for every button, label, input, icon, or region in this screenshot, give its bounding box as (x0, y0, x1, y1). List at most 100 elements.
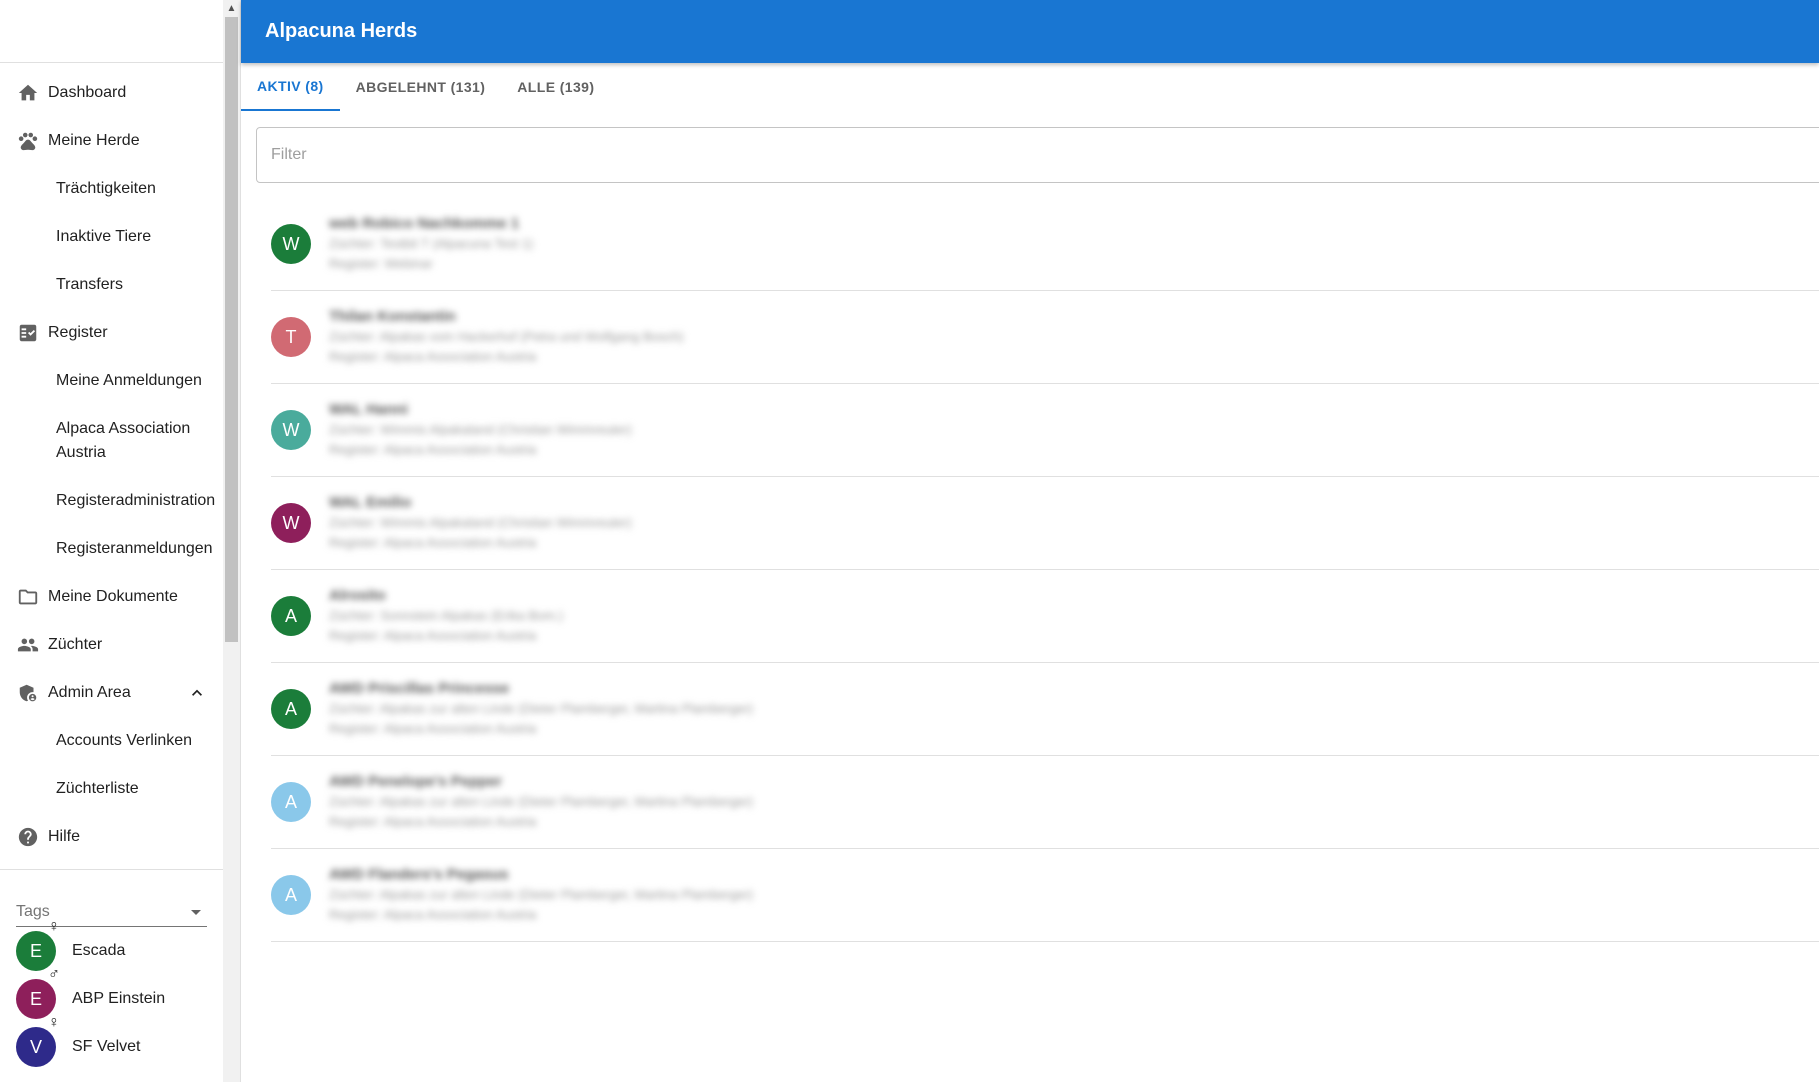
avatar-initial: A (284, 791, 297, 812)
sidebar-item-meine-anmeldungen[interactable]: Meine Anmeldungen (0, 357, 223, 405)
status-tabs: AKTIV (8) ABGELEHNT (131) ALLE (139) (241, 63, 1819, 111)
animal-register: Register: Alpaca Association Austria (329, 535, 537, 550)
tab-aktiv[interactable]: AKTIV (8) (241, 63, 340, 111)
animal-breeder: Züchter: Wimmis Alpakaland (Christian Wi… (329, 422, 632, 437)
home-icon (16, 81, 40, 105)
avatar-initial: A (284, 884, 297, 905)
list-item[interactable]: A Alrosito Züchter: Sonnstein Alpakas (E… (271, 570, 1819, 663)
tags-select[interactable]: Tags (16, 898, 207, 927)
avatar-initial: V (29, 1036, 42, 1057)
avatar: A (271, 596, 311, 636)
animal-name: AWD Flanders's Pegasus (329, 866, 509, 883)
tag-list: E ♀ Escada E ♂ ABP Einstein V ♀ SF Velve… (0, 919, 223, 1071)
avatar: A (271, 782, 311, 822)
list-item-text: WAL Hanni Züchter: Wimmis Alpakaland (Ch… (329, 400, 632, 460)
sidebar: Dashboard Meine Herde Trächtigkeiten Ina… (0, 0, 223, 1082)
animal-register: Register: Alpaca Association Austria (329, 349, 537, 364)
animal-name: WAL Emilio (329, 494, 412, 511)
avatar-initial: W (282, 233, 300, 254)
sidebar-item-zuechter[interactable]: Züchter (0, 621, 223, 669)
sidebar-nav: Dashboard Meine Herde Trächtigkeiten Ina… (0, 63, 223, 861)
sidebar-item-hilfe[interactable]: Hilfe (0, 813, 223, 861)
admin-shield-icon (16, 681, 40, 705)
tag-name: SF Velvet (72, 1038, 141, 1055)
chevron-up-icon[interactable] (187, 683, 207, 703)
app-bar: Alpacuna Herds (241, 0, 1819, 63)
main-content: Alpacuna Herds AKTIV (8) ABGELEHNT (131)… (241, 0, 1819, 1082)
tag-name: Escada (72, 942, 126, 959)
avatar-initial: E (29, 940, 42, 961)
sidebar-item-meine-dokumente[interactable]: Meine Dokumente (0, 573, 223, 621)
page-title: Alpacuna Herds (265, 20, 418, 42)
sidebar-divider (0, 869, 223, 870)
help-icon (16, 825, 40, 849)
animal-name: AWD Priscillas Princesse (329, 680, 510, 697)
animal-register: Register: Alpaca Association Austria (329, 628, 537, 643)
animal-name: Thilan Konstantin (329, 308, 456, 325)
tags-select-label: Tags (16, 903, 50, 920)
animal-breeder: Züchter: Sonnstein Alpakas (Erika Bom.) (329, 608, 564, 623)
female-icon: ♀ (48, 1014, 60, 1031)
sidebar-item-meine-herde[interactable]: Meine Herde (0, 117, 223, 165)
list-item-text: Alrosito Züchter: Sonnstein Alpakas (Eri… (329, 586, 563, 646)
avatar-initial: A (284, 605, 297, 626)
animal-register: Register: Alpaca Association Austria (329, 907, 537, 922)
list-item[interactable]: T Thilan Konstantin Züchter: Alpakas vom… (271, 291, 1819, 384)
sidebar-item-registeranmeldungen[interactable]: Registeranmeldungen (0, 525, 223, 573)
avatar-initial: W (282, 512, 300, 533)
list-item-text: Thilan Konstantin Züchter: Alpakas vom H… (329, 307, 684, 367)
list-item-text: web Robico Nachkomme 1 Züchter: Testbit … (329, 214, 533, 274)
sidebar-item-alpaca-association-austria[interactable]: Alpaca Association Austria (0, 405, 223, 477)
avatar-initial: A (284, 698, 297, 719)
sidebar-item-label: Trächtigkeiten (56, 180, 156, 197)
avatar: W (271, 410, 311, 450)
list-item-text: AWD Penelope's Pepper Züchter: Alpakas z… (329, 772, 753, 832)
avatar: W (271, 503, 311, 543)
avatar: E ♀ (16, 919, 60, 971)
sidebar-item-zuechterliste[interactable]: Züchterliste (0, 765, 223, 813)
sidebar-item-inaktive-tiere[interactable]: Inaktive Tiere (0, 213, 223, 261)
animal-register: Register: Webinar (329, 256, 433, 271)
folder-icon (16, 585, 40, 609)
scrollbar-thumb[interactable] (225, 17, 238, 642)
sidebar-item-label: Admin Area (48, 684, 131, 701)
tag-item[interactable]: V ♀ SF Velvet (0, 1015, 223, 1071)
sidebar-item-label: Züchterliste (56, 780, 139, 797)
animal-name: web Robico Nachkomme 1 (329, 215, 520, 232)
sidebar-item-label: Meine Anmeldungen (56, 372, 202, 389)
animal-register: Register: Alpaca Association Austria (329, 442, 537, 457)
sidebar-item-admin-area[interactable]: Admin Area (0, 669, 223, 717)
list-item[interactable]: A AWD Priscillas Princesse Züchter: Alpa… (271, 663, 1819, 756)
tag-item[interactable]: E ♀ Escada (0, 919, 223, 975)
tab-abgelehnt[interactable]: ABGELEHNT (131) (340, 63, 502, 111)
avatar-initial: T (285, 326, 297, 347)
list-item[interactable]: W WAL Hanni Züchter: Wimmis Alpakaland (… (271, 384, 1819, 477)
sidebar-item-registeradministration[interactable]: Registeradministration (0, 477, 223, 525)
sidebar-item-accounts-verlinken[interactable]: Accounts Verlinken (0, 717, 223, 765)
tag-item[interactable]: E ♂ ABP Einstein (0, 967, 223, 1023)
sidebar-item-register[interactable]: Register (0, 309, 223, 357)
list-item-text: WAL Emilio Züchter: Wimmis Alpakaland (C… (329, 493, 632, 553)
list-item[interactable]: A AWD Flanders's Pegasus Züchter: Alpaka… (271, 849, 1819, 942)
list-item[interactable]: W WAL Emilio Züchter: Wimmis Alpakaland … (271, 477, 1819, 570)
animal-register: Register: Alpaca Association Austria (329, 814, 537, 829)
avatar: V ♀ (16, 1015, 60, 1067)
avatar-initial: E (29, 988, 42, 1009)
list-item[interactable]: W web Robico Nachkomme 1 Züchter: Testbi… (271, 198, 1819, 291)
sidebar-item-transfers[interactable]: Transfers (0, 261, 223, 309)
filter-input[interactable] (256, 127, 1819, 183)
sidebar-item-label: Transfers (56, 276, 123, 293)
sidebar-header (0, 0, 223, 63)
tab-alle[interactable]: ALLE (139) (501, 63, 610, 111)
scroll-up-icon[interactable]: ▲ (223, 0, 240, 17)
sidebar-scrollbar[interactable]: ▲ (223, 0, 240, 1082)
sidebar-item-label: Registeranmeldungen (56, 540, 213, 557)
sidebar-item-label: Züchter (48, 636, 103, 653)
sidebar-item-dashboard[interactable]: Dashboard (0, 69, 223, 117)
sidebar-item-traechtigkeiten[interactable]: Trächtigkeiten (0, 165, 223, 213)
animal-breeder: Züchter: Wimmis Alpakaland (Christian Wi… (329, 515, 632, 530)
animal-breeder: Züchter: Alpakas zur alten Linde (Dieter… (329, 794, 754, 809)
list-item[interactable]: A AWD Penelope's Pepper Züchter: Alpakas… (271, 756, 1819, 849)
avatar-initial: W (282, 419, 300, 440)
sidebar-item-label: Inaktive Tiere (56, 228, 152, 245)
